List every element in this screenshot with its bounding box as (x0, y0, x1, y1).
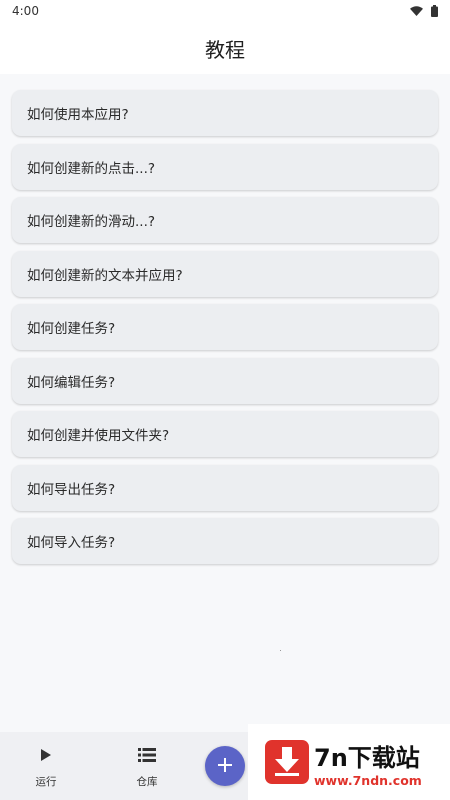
watermark-banner: 7n下载站 www.7ndn.com (248, 724, 450, 800)
plus-icon (218, 757, 232, 776)
watermark-title: 7n下载站 (314, 744, 420, 772)
tutorial-list: 如何使用本应用? 如何创建新的点击...? 如何创建新的滑动...? 如何创建新… (12, 90, 438, 572)
tutorial-item-create-click[interactable]: 如何创建新的点击...? (12, 143, 438, 190)
battery-icon (431, 5, 438, 17)
download-logo-icon (265, 740, 309, 784)
tutorial-item-create-text[interactable]: 如何创建新的文本并应用? (12, 250, 438, 297)
watermark-url: www.7ndn.com (314, 773, 422, 788)
nav-library-label: 仓库 (136, 776, 158, 788)
app-header: 教程 (0, 22, 450, 74)
play-icon (41, 744, 51, 766)
list-icon (138, 744, 156, 766)
add-button[interactable] (205, 746, 245, 786)
nav-run-label: 运行 (35, 776, 57, 788)
status-time: 4:00 (12, 4, 39, 18)
status-icons (410, 5, 438, 17)
wifi-icon (410, 6, 423, 16)
tutorial-item-import-task[interactable]: 如何导入任务? (12, 518, 438, 564)
tutorial-item-folders[interactable]: 如何创建并使用文件夹? (12, 411, 438, 457)
tutorial-item-use-app[interactable]: 如何使用本应用? (12, 90, 438, 136)
tutorial-item-create-task[interactable]: 如何创建任务? (12, 304, 438, 350)
page-title: 教程 (205, 37, 245, 62)
status-bar: 4:00 (0, 0, 450, 22)
tutorial-item-create-swipe[interactable]: 如何创建新的滑动...? (12, 197, 438, 243)
tutorial-item-export-task[interactable]: 如何导出任务? (12, 464, 438, 511)
nav-library[interactable]: 仓库 (117, 744, 177, 789)
nav-run[interactable]: 运行 (16, 744, 76, 789)
tutorial-item-edit-task[interactable]: 如何编辑任务? (12, 357, 438, 404)
stray-dot (280, 650, 281, 651)
